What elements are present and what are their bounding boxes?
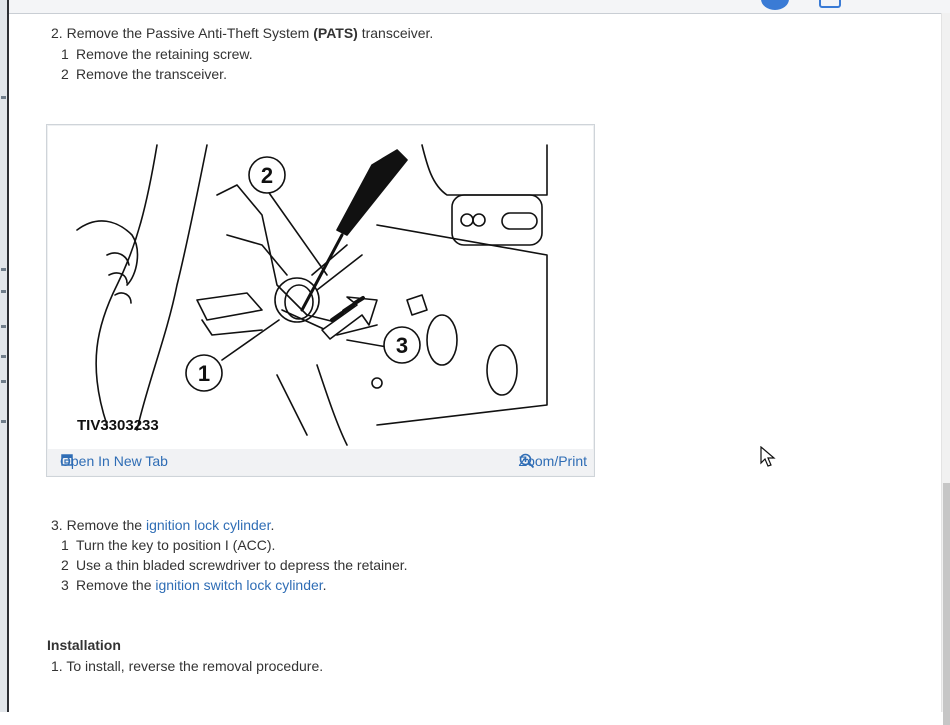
substep-text: Remove the transceiver. — [76, 66, 227, 82]
column-shroud — [216, 184, 348, 326]
callout-label-3: 3 — [396, 333, 408, 358]
panel-screw — [371, 377, 383, 389]
substep-number: 1 — [61, 46, 69, 62]
step-text-end: transceiver. — [357, 25, 434, 41]
installation-step-1: 1. To install, reverse the removal proce… — [51, 657, 323, 675]
step-3: 3. Remove the ignition lock cylinder. — [51, 516, 274, 534]
substep-number: 3 — [61, 577, 69, 593]
switch — [406, 294, 428, 316]
vent-bezel — [451, 194, 543, 246]
lower-panel — [276, 364, 348, 446]
removal-arrow — [321, 296, 378, 340]
installation-heading: Installation — [47, 637, 121, 653]
substep-3-2: 2 Use a thin bladed screwdriver to depres… — [61, 556, 408, 574]
mouse-pointer-icon — [760, 446, 776, 467]
lever-base — [201, 319, 263, 336]
pats-bold: (PATS) — [313, 25, 358, 41]
scrollbar-thumb[interactable] — [943, 483, 950, 725]
column-edge — [226, 234, 288, 276]
vent-knob — [460, 213, 474, 227]
external-tab-icon — [61, 454, 73, 466]
screwdriver-shaft — [300, 233, 344, 312]
screwdriver-handle — [336, 149, 408, 236]
magnifier-plus-icon — [519, 453, 534, 469]
zoom-print-link[interactable]: Zoom/Print — [519, 453, 587, 469]
control-knob — [426, 314, 458, 366]
pats-transceiver-diagram: 1 2 3 — [76, 144, 548, 446]
substep-text: Use a thin bladed screwdriver to depress… — [76, 557, 408, 573]
step-number: 3. — [51, 517, 63, 533]
open-in-new-tab-link[interactable]: Open In New Tab — [60, 453, 168, 469]
step-2: 2. Remove the Passive Anti-Theft System … — [51, 24, 433, 42]
vent-knob — [472, 213, 486, 227]
substep-text: Remove the retaining screw. — [76, 46, 253, 62]
wheel-buttons — [106, 252, 132, 304]
substep-number: 2 — [61, 557, 69, 573]
callout-label-1: 1 — [198, 361, 210, 386]
substep-number: 2 — [61, 66, 69, 82]
ignition-lock-cylinder-link[interactable]: ignition lock cylinder — [146, 517, 271, 533]
callout-label-2: 2 — [261, 163, 273, 188]
wheel-hub — [76, 220, 139, 286]
step-text-end: . — [270, 517, 275, 533]
dash-panel — [421, 144, 548, 196]
substep-3-1: 1 Turn the key to position I (ACC). — [61, 536, 275, 554]
substep-2-1: 1 Remove the retaining screw. — [61, 45, 253, 63]
substep-text-end: . — [322, 577, 327, 593]
step-text: Remove the Passive Anti-Theft System — [66, 25, 314, 41]
control-knob — [486, 344, 518, 396]
wire-harness — [311, 244, 363, 291]
procedure-content: 2. Remove the Passive Anti-Theft System … — [0, 0, 940, 712]
callout-line-3 — [346, 339, 388, 348]
ignition-switch-lock-cylinder-link[interactable]: ignition switch lock cylinder — [155, 577, 322, 593]
lever — [196, 292, 263, 321]
center-stack — [376, 224, 548, 426]
figure-actions: Open In New Tab Zoom/Print — [48, 449, 593, 475]
substep-text: Turn the key to position I (ACC). — [76, 537, 276, 553]
substep-2-2: 2 Remove the transceiver. — [61, 65, 227, 83]
callout-line-1 — [221, 319, 280, 361]
step-text: Remove the — [66, 517, 146, 533]
illustration-figure[interactable]: 1 2 3 TIV3303233 Open In New Tab Zoom/Pr… — [46, 124, 595, 477]
vent-slot — [501, 212, 538, 230]
figure-caption: TIV3303233 — [77, 417, 159, 434]
substep-text: Remove the — [76, 577, 156, 593]
vertical-scrollbar[interactable] — [941, 13, 950, 725]
step-number: 2. — [51, 25, 63, 41]
substep-number: 1 — [61, 537, 69, 553]
step-text: To install, reverse the removal procedur… — [66, 658, 324, 674]
step-number: 1. — [51, 658, 63, 674]
substep-3-3: 3 Remove the ignition switch lock cylinde… — [61, 576, 327, 594]
open-in-new-tab-label[interactable]: Open In New Tab — [60, 453, 168, 469]
